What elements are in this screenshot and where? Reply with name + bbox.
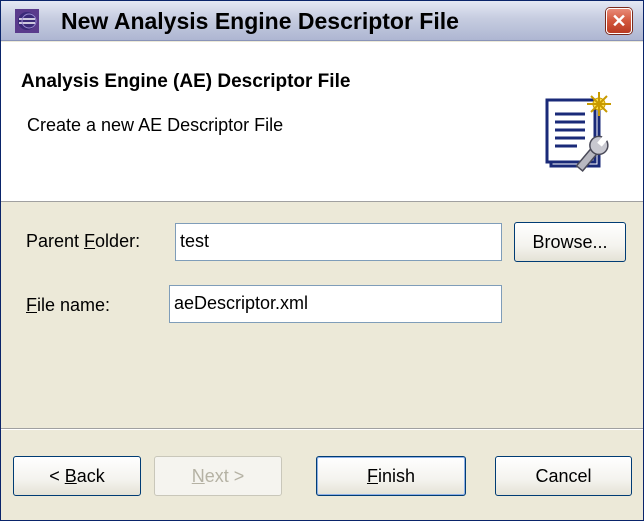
back-button-prefix: < — [49, 466, 65, 486]
finish-button-mnemonic: F — [366, 466, 378, 486]
browse-button[interactable]: Browse... — [514, 222, 626, 262]
wizard-banner: Analysis Engine (AE) Descriptor File Cre… — [1, 42, 643, 202]
parent-folder-label-prefix: Parent — [26, 231, 85, 251]
next-button-mnemonic: N — [191, 466, 205, 486]
finish-button[interactable]: Finish — [316, 456, 466, 496]
back-button[interactable]: < Back — [13, 456, 141, 496]
parent-folder-label-suffix: older: — [95, 231, 141, 251]
file-name-label-suffix: ile name: — [37, 295, 111, 315]
next-button[interactable]: Next > — [154, 456, 282, 496]
parent-folder-label-mnemonic: F — [84, 231, 96, 251]
title-bar[interactable]: New Analysis Engine Descriptor File ✕ — [1, 1, 643, 41]
eclipse-app-icon — [15, 9, 39, 33]
window-title: New Analysis Engine Descriptor File — [61, 8, 459, 34]
back-button-mnemonic: B — [64, 466, 77, 486]
cancel-button[interactable]: Cancel — [495, 456, 632, 496]
close-icon: ✕ — [611, 11, 627, 31]
parent-folder-input[interactable]: test — [175, 223, 502, 261]
file-name-input[interactable]: aeDescriptor.xml — [169, 285, 502, 323]
file-name-label: File name: — [26, 295, 110, 316]
finish-button-suffix: inish — [377, 466, 416, 486]
file-name-label-mnemonic: F — [26, 295, 37, 315]
dialog-window: New Analysis Engine Descriptor File ✕ An… — [0, 0, 644, 521]
next-button-suffix: ext > — [204, 466, 245, 486]
parent-folder-label: Parent Folder: — [26, 231, 140, 252]
back-button-suffix: ack — [76, 466, 105, 486]
descriptor-wizard-icon — [545, 92, 611, 173]
button-bar-separator — [1, 428, 643, 430]
close-button[interactable]: ✕ — [606, 8, 632, 34]
banner-title: Analysis Engine (AE) Descriptor File — [21, 71, 351, 92]
banner-description: Create a new AE Descriptor File — [27, 115, 284, 135]
